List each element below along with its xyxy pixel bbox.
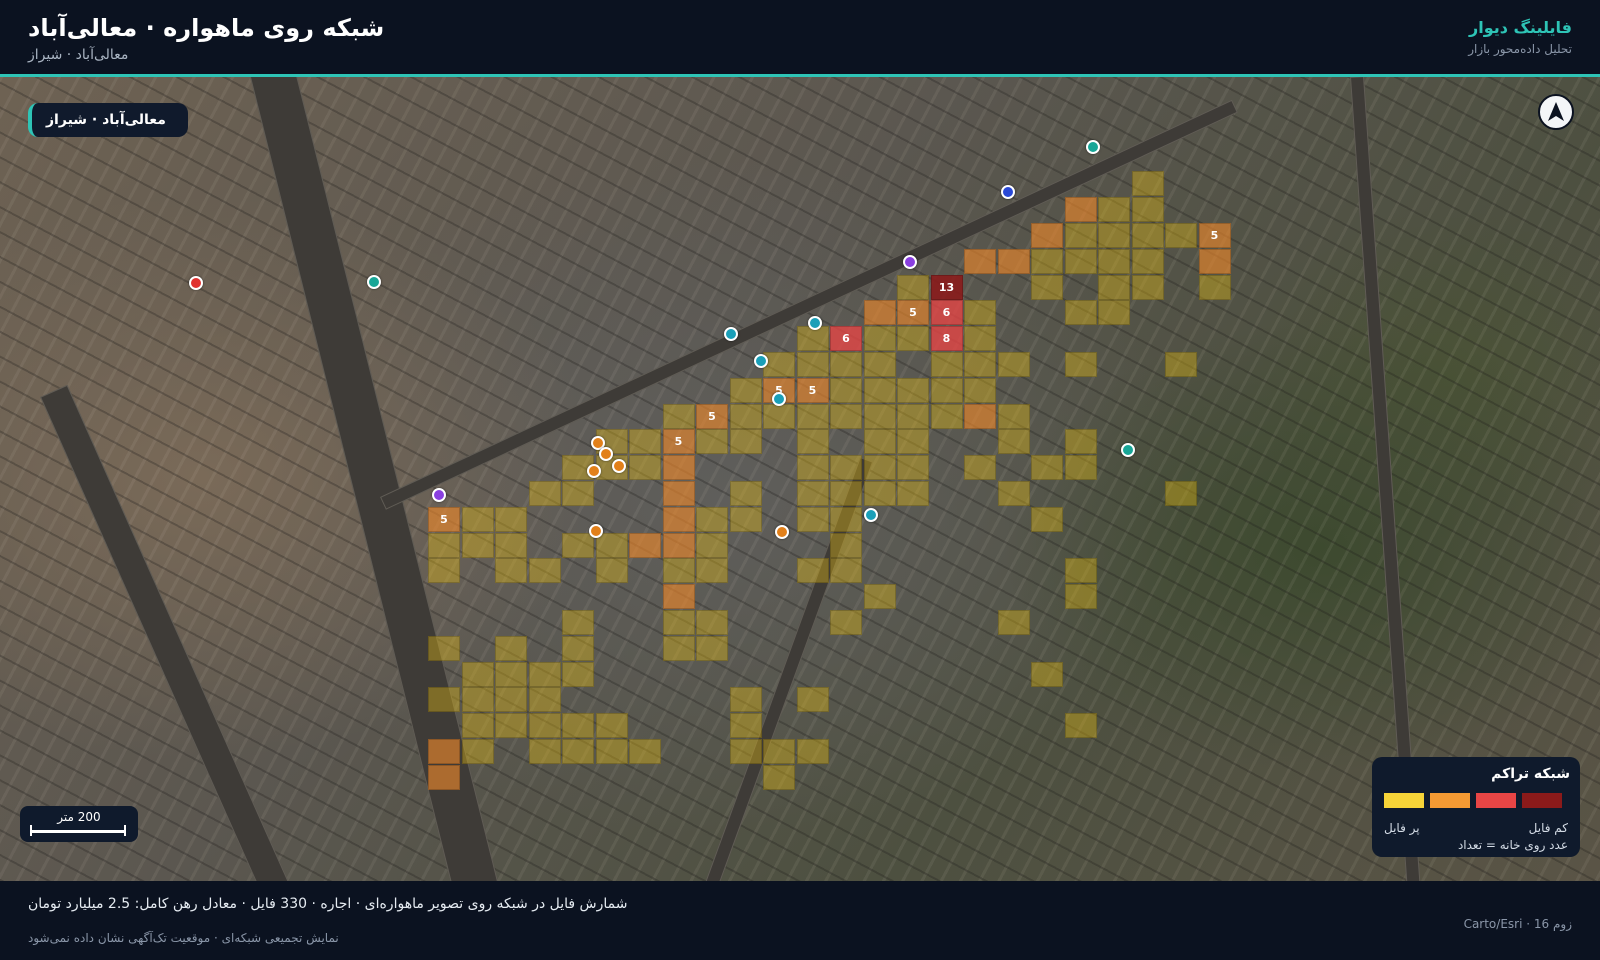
listing-marker[interactable] [189, 276, 203, 290]
satellite-map[interactable]: 5 13 5 6 6 8 5 5 5 5 5 معالی‌آباد · شیراز 200 متر … [0, 77, 1600, 881]
scale-tick-right [124, 825, 126, 836]
footer-note: نمایش تجمیعی شبکه‌ای · موقعیت تک‌آگهی نش… [28, 931, 339, 945]
listing-marker[interactable] [772, 392, 786, 406]
legend-high-label: پر فایل [1384, 821, 1420, 835]
header-bar: شبکه روی ماهواره · معالی‌آباد معالی‌آباد… [0, 0, 1600, 77]
listing-marker[interactable] [724, 327, 738, 341]
listing-marker[interactable] [1121, 443, 1135, 457]
page-subtitle: معالی‌آباد · شیراز [28, 47, 129, 63]
listing-marker[interactable] [432, 488, 446, 502]
listing-marker[interactable] [589, 524, 603, 538]
listing-marker[interactable] [808, 316, 822, 330]
page-title: شبکه روی ماهواره · معالی‌آباد [28, 14, 385, 42]
legend-title: شبکه تراکم [1491, 766, 1570, 782]
north-arrow-icon[interactable] [1538, 94, 1574, 130]
listing-marker[interactable] [587, 464, 601, 478]
listing-marker[interactable] [754, 354, 768, 368]
footer-bar: شمارش فایل در شبکه روی تصویر ماهواره‌ای … [0, 881, 1600, 960]
legend-swatch-low [1384, 793, 1424, 808]
legend-note: عدد روی خانه = تعداد [1457, 838, 1568, 852]
density-legend: شبکه تراکم کم فایل پر فایل عدد روی خانه … [1372, 757, 1580, 857]
listing-markers [0, 77, 1600, 881]
brand-tagline: تحلیل داده‌محور بازار [1468, 42, 1572, 56]
legend-swatch-max [1522, 793, 1562, 808]
listing-marker[interactable] [612, 459, 626, 473]
listing-marker[interactable] [1001, 185, 1015, 199]
listing-marker[interactable] [367, 275, 381, 289]
footer-summary: شمارش فایل در شبکه روی تصویر ماهواره‌ای … [28, 896, 628, 912]
listing-marker[interactable] [775, 525, 789, 539]
legend-low-label: کم فایل [1528, 821, 1568, 835]
scale-label: 200 متر [57, 810, 101, 824]
map-source: زوم 16 · Carto/Esri [1463, 917, 1572, 931]
area-label-badge: معالی‌آباد · شیراز [28, 103, 188, 137]
scale-tick-left [30, 825, 32, 836]
scale-line [30, 830, 126, 833]
brand-name[interactable]: فایلینگ دیوار [1469, 18, 1572, 37]
legend-swatch-mid [1430, 793, 1470, 808]
legend-swatch-high [1476, 793, 1516, 808]
listing-marker[interactable] [1086, 140, 1100, 154]
listing-marker[interactable] [903, 255, 917, 269]
north-arrow-glyph [1548, 102, 1564, 121]
listing-marker[interactable] [599, 447, 613, 461]
listing-marker[interactable] [864, 508, 878, 522]
scale-bar: 200 متر [20, 806, 138, 842]
